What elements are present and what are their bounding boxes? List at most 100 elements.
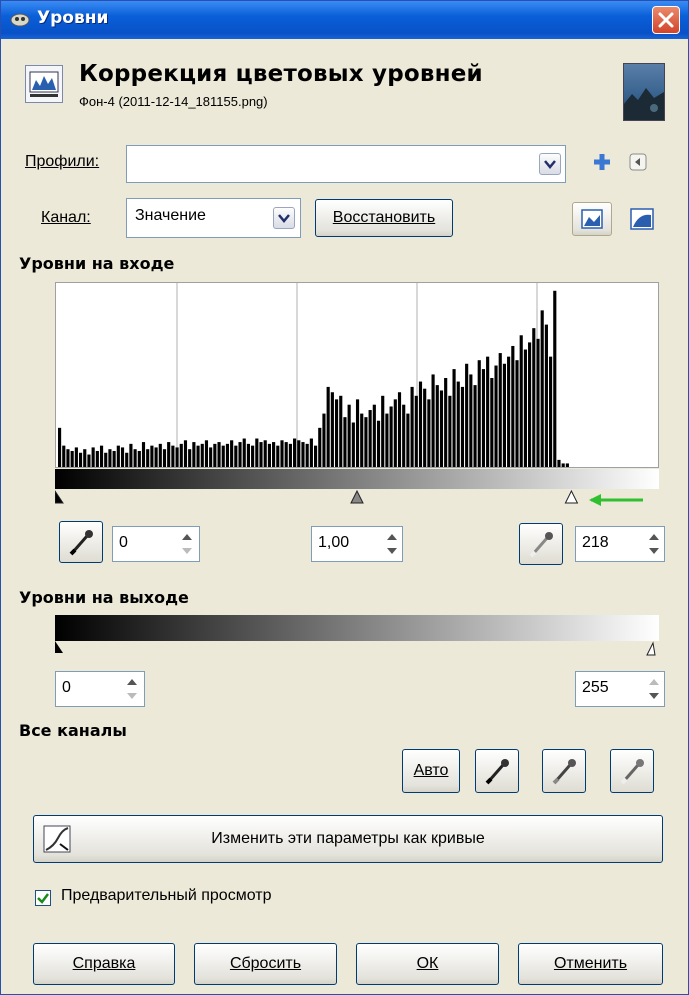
edit-as-curves-button[interactable]: Изменить эти параметры как кривые: [33, 815, 663, 863]
eyedropper-icon: [485, 759, 509, 785]
histogram-bar: [141, 442, 146, 467]
close-button[interactable]: [652, 6, 680, 34]
histogram-bar: [120, 447, 125, 467]
histogram-bar: [473, 385, 477, 467]
histogram-bar: [494, 365, 498, 467]
histogram-bar: [74, 447, 78, 467]
input-high-spinner[interactable]: 218: [575, 526, 665, 562]
white-picker-all[interactable]: [610, 749, 654, 793]
histogram-bar: [276, 445, 280, 467]
profiles-dropdown-button[interactable]: [539, 153, 561, 175]
auto-button[interactable]: Авто: [402, 749, 460, 793]
channel-combo[interactable]: Значение: [126, 198, 301, 238]
dialog-heading: Коррекция цветовых уровней: [79, 61, 483, 87]
black-picker-all[interactable]: [475, 749, 519, 793]
histogram-bar: [204, 440, 209, 467]
histogram-bar: [251, 445, 255, 467]
spinner-arrows-icon[interactable]: [179, 529, 195, 559]
histogram-bar: [280, 440, 284, 467]
histogram-bar: [561, 463, 565, 467]
histogram-bar: [95, 450, 99, 467]
chevron-down-icon: [278, 214, 290, 223]
histogram-bar: [498, 353, 502, 467]
histogram-bar: [154, 447, 158, 467]
reset-channel-button[interactable]: Восстановить: [315, 199, 453, 237]
output-high-spinner[interactable]: 255: [575, 671, 665, 707]
channel-value: Значение: [135, 207, 206, 224]
black-point-picker[interactable]: [59, 521, 103, 563]
image-thumbnail: [623, 63, 665, 121]
input-low-spinner[interactable]: 0: [112, 526, 200, 562]
channel-dropdown-button[interactable]: [273, 207, 295, 229]
channel-label: Канал:: [41, 209, 91, 226]
histogram-bar: [217, 442, 221, 467]
input-levels-heading: Уровни на входе: [19, 254, 175, 273]
preset-menu-icon[interactable]: [629, 153, 647, 171]
title-bar[interactable]: Уровни: [1, 1, 688, 39]
histogram-bar: [364, 417, 368, 467]
spinner-arrows-icon[interactable]: [124, 674, 140, 704]
checkmark-icon: [37, 893, 49, 904]
histogram-bar: [162, 449, 167, 467]
histogram-bar: [129, 443, 133, 467]
input-slider[interactable]: [55, 489, 659, 509]
histogram-bar: [427, 399, 431, 467]
histogram-bar: [326, 386, 330, 467]
histogram-bar: [272, 442, 276, 467]
histogram-bar: [192, 442, 196, 467]
histogram-bar: [444, 378, 448, 467]
preview-checkbox[interactable]: [35, 890, 51, 906]
linear-histogram-icon: [581, 209, 603, 229]
gamma-spinner[interactable]: 1,00: [311, 526, 403, 562]
histogram-bar: [528, 342, 532, 467]
black-point-marker[interactable]: [55, 490, 64, 504]
preview-label: Предварительный просмотр: [61, 887, 272, 904]
output-slider[interactable]: [55, 641, 659, 657]
gray-picker-all[interactable]: [542, 749, 586, 793]
histogram-bar: [515, 360, 519, 467]
histogram-bar: [553, 290, 557, 467]
log-histogram-icon[interactable]: [627, 205, 657, 233]
spinner-arrows-icon[interactable]: [646, 674, 662, 704]
histogram-bar: [255, 438, 259, 467]
histogram-bar: [83, 449, 87, 467]
histogram-bar: [116, 445, 120, 467]
histogram-bar: [343, 417, 347, 467]
spinner-arrows-icon[interactable]: [384, 529, 400, 559]
histogram-bar: [389, 406, 393, 467]
histogram-bar: [305, 443, 309, 467]
histogram-bar: [179, 443, 183, 467]
histogram-bar: [91, 447, 95, 467]
output-levels-heading: Уровни на выходе: [19, 588, 189, 607]
cancel-button[interactable]: Отменить: [518, 943, 663, 985]
histogram-bar: [238, 442, 242, 467]
spinner-arrows-icon[interactable]: [646, 529, 662, 559]
linear-histogram-button[interactable]: [572, 202, 612, 236]
histogram-bar: [246, 443, 250, 467]
histogram-bar: [70, 450, 74, 467]
histogram-bar: [490, 378, 494, 467]
histogram-bar: [58, 427, 62, 467]
histogram-bar: [150, 445, 154, 467]
histogram-bar: [263, 440, 267, 467]
histogram-bar: [507, 356, 511, 467]
output-low-spinner[interactable]: 0: [55, 671, 145, 707]
histogram-bar: [511, 345, 515, 467]
profiles-combo[interactable]: [126, 145, 566, 183]
gamma-marker[interactable]: [350, 489, 364, 504]
all-channels-heading: Все каналы: [19, 721, 127, 740]
white-point-picker[interactable]: [519, 523, 563, 565]
help-button[interactable]: Справка: [33, 943, 175, 985]
histogram-bar: [481, 369, 486, 467]
histogram-bar: [234, 445, 238, 467]
reset-button[interactable]: Сбросить: [194, 943, 337, 985]
histogram-bar: [221, 445, 225, 467]
histogram-bar: [435, 385, 439, 467]
histogram-bar: [322, 413, 326, 467]
add-preset-icon[interactable]: [591, 151, 613, 173]
histogram-bar: [519, 335, 523, 467]
histogram-bar: [146, 449, 150, 467]
white-point-marker[interactable]: [564, 489, 579, 504]
ok-button[interactable]: ОК: [356, 943, 499, 985]
histogram-bar: [137, 450, 141, 467]
